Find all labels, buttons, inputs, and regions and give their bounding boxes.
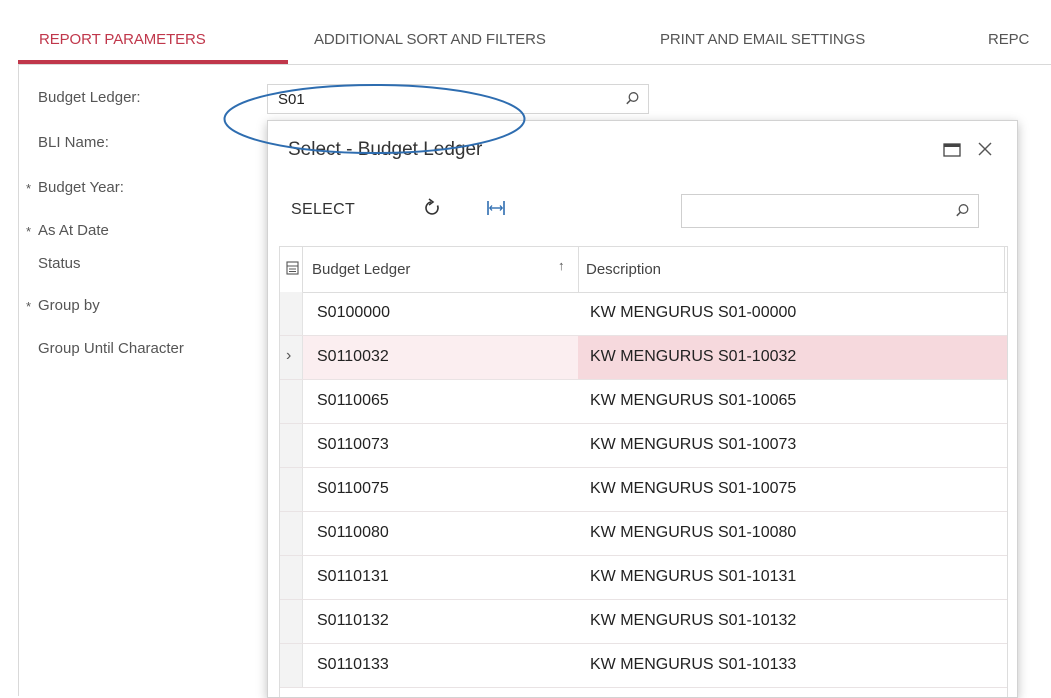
table-row[interactable]: S0110065 KW MENGURUS S01-10065 (280, 380, 1007, 424)
group-by-label: Group by (38, 297, 100, 314)
table-row[interactable]: S0110075 KW MENGURUS S01-10075 (280, 468, 1007, 512)
table-row[interactable]: S0110073 KW MENGURUS S01-10073 (280, 424, 1007, 468)
description-cell[interactable]: KW MENGURUS S01-10032 (590, 348, 796, 366)
required-marker: * (26, 224, 32, 239)
budget-ledger-cell[interactable]: S0110133 (317, 656, 389, 674)
column-config-icon[interactable] (286, 261, 299, 280)
tab-report-parameters[interactable]: REPORT PARAMETERS (39, 31, 206, 48)
table-row[interactable]: S0110080 KW MENGURUS S01-10080 (280, 512, 1007, 556)
budget-ledger-cell[interactable]: S0110080 (317, 524, 389, 542)
row-selector[interactable] (280, 424, 303, 467)
required-marker: * (26, 181, 32, 196)
budget-ledger-cell[interactable]: S0100000 (317, 304, 390, 322)
budget-ledger-input[interactable]: S01 (267, 84, 649, 114)
dialog-search-input[interactable] (681, 194, 979, 228)
column-header-description[interactable]: Description (586, 261, 661, 278)
sort-ascending-icon: ↑ (558, 258, 565, 273)
select-budget-ledger-dialog: Select - Budget Ledger SELECT Budget Led… (267, 120, 1018, 698)
select-button[interactable]: SELECT (291, 201, 355, 219)
table-row[interactable]: › S0110032 KW MENGURUS S01-10032 (280, 336, 1007, 380)
budget-ledger-cell[interactable]: S0110032 (317, 348, 389, 366)
search-icon[interactable] (955, 203, 970, 223)
budget-ledger-grid: Budget Ledger ↑ Description S0100000 KW M… (279, 246, 1008, 697)
tab-report-truncated[interactable]: REPC (988, 31, 1029, 48)
row-selector[interactable] (280, 512, 303, 555)
active-tab-indicator (18, 60, 288, 64)
chevron-right-icon: › (286, 347, 292, 364)
column-header-budget-ledger[interactable]: Budget Ledger (312, 261, 410, 278)
maximize-icon[interactable] (943, 142, 961, 163)
table-row[interactable]: S0110133 KW MENGURUS S01-10133 (280, 644, 1007, 688)
description-cell[interactable]: KW MENGURUS S01-00000 (590, 304, 796, 322)
description-cell[interactable]: KW MENGURUS S01-10131 (590, 568, 796, 586)
row-selector[interactable] (280, 380, 303, 423)
description-cell[interactable]: KW MENGURUS S01-10132 (590, 612, 796, 630)
budget-ledger-cell[interactable]: S0110073 (317, 436, 389, 454)
tab-additional-sort-and-filters[interactable]: ADDITIONAL SORT AND FILTERS (314, 31, 546, 48)
bli-name-label: BLI Name: (38, 134, 109, 151)
column-separator (302, 247, 303, 292)
tab-bar: REPORT PARAMETERS ADDITIONAL SORT AND FI… (18, 0, 1051, 65)
tab-print-and-email-settings[interactable]: PRINT AND EMAIL SETTINGS (660, 31, 865, 48)
row-selector[interactable] (280, 292, 303, 335)
table-row[interactable]: S0110131 KW MENGURUS S01-10131 (280, 556, 1007, 600)
fit-columns-icon[interactable] (486, 199, 506, 222)
row-selector[interactable] (280, 600, 303, 643)
budget-ledger-label: Budget Ledger: (38, 89, 141, 106)
panel-border (18, 64, 19, 696)
row-selector[interactable]: › (280, 336, 303, 379)
description-cell[interactable]: KW MENGURUS S01-10133 (590, 656, 796, 674)
table-row[interactable]: S0100000 KW MENGURUS S01-00000 (280, 292, 1007, 336)
as-at-date-label: As At Date (38, 222, 109, 239)
description-cell[interactable]: KW MENGURUS S01-10075 (590, 480, 796, 498)
column-separator (578, 247, 579, 292)
table-row[interactable]: S0110132 KW MENGURUS S01-10132 (280, 600, 1007, 644)
budget-ledger-cell[interactable]: S0110075 (317, 480, 389, 498)
description-cell[interactable]: KW MENGURUS S01-10080 (590, 524, 796, 542)
close-icon[interactable] (976, 140, 994, 163)
required-marker: * (26, 299, 32, 314)
status-label: Status (38, 255, 81, 272)
budget-ledger-cell[interactable]: S0110132 (317, 612, 389, 630)
description-cell[interactable]: KW MENGURUS S01-10065 (590, 392, 796, 410)
row-selector[interactable] (280, 556, 303, 599)
row-selector[interactable] (280, 644, 303, 687)
budget-ledger-cell[interactable]: S0110131 (317, 568, 389, 586)
dialog-title: Select - Budget Ledger (288, 139, 483, 160)
budget-ledger-cell[interactable]: S0110065 (317, 392, 389, 410)
refresh-icon[interactable] (423, 197, 443, 224)
search-icon[interactable] (625, 91, 640, 111)
row-selector[interactable] (280, 468, 303, 511)
group-until-character-label: Group Until Character (38, 340, 184, 357)
budget-ledger-value: S01 (278, 91, 305, 108)
description-cell[interactable]: KW MENGURUS S01-10073 (590, 436, 796, 454)
column-separator (1004, 247, 1005, 292)
grid-header: Budget Ledger ↑ Description (280, 246, 1007, 293)
budget-year-label: Budget Year: (38, 179, 124, 196)
